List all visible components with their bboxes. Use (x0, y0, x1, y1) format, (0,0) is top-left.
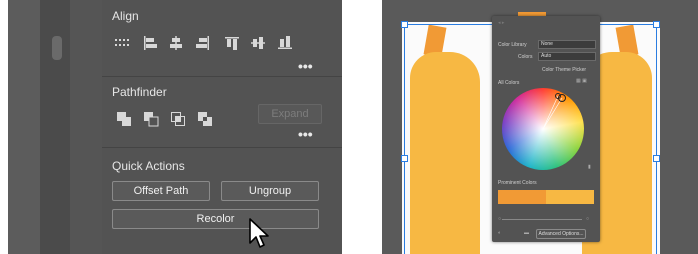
selection-right-edge (656, 24, 657, 254)
distribute-spacing-icon[interactable] (114, 35, 130, 51)
color-library-label: Color Library (498, 42, 527, 48)
saturation-slider[interactable] (502, 219, 582, 220)
color-group-icon[interactable]: ▬ (524, 230, 529, 236)
recolor-button[interactable]: Recolor (112, 209, 319, 229)
recolor-artwork-dialog: ◂ ▸ Color Library None Colors Auto Color… (492, 16, 600, 242)
align-more-options-button[interactable]: ••• (298, 58, 313, 74)
color-library-dropdown[interactable]: None (538, 40, 596, 49)
pathfinder-more-options-button[interactable]: ••• (298, 126, 313, 142)
panel-dock-strip (40, 0, 70, 254)
expand-button[interactable]: Expand (258, 104, 322, 124)
colors-label: Colors (518, 54, 533, 60)
mouse-pointer-icon (248, 217, 274, 251)
pathfinder-section-title: Pathfinder (112, 85, 167, 99)
prominent-color-swatch-yellow[interactable] (546, 190, 594, 204)
prominent-color-swatch-orange[interactable] (498, 190, 546, 204)
bottle-left (410, 52, 480, 254)
pathfinder-unite-icon[interactable] (116, 111, 132, 127)
wheel-mode-icons[interactable]: ▦ ▣ (576, 78, 587, 84)
selection-handle[interactable] (653, 155, 660, 162)
brightness-icon[interactable]: ▮ (588, 164, 591, 170)
align-top-edges-icon[interactable] (224, 35, 240, 51)
align-left-edges-icon[interactable] (142, 35, 158, 51)
align-right-edges-icon[interactable] (195, 35, 211, 51)
panel-dock-strip-2 (70, 0, 102, 254)
prominent-colors-label: Prominent Colors (498, 180, 537, 186)
toolbar-strip (8, 0, 40, 254)
artboard-screenshot: ◂ ▸ Color Library None Colors Auto Color… (382, 0, 698, 254)
selection-handle[interactable] (401, 21, 408, 28)
section-divider (102, 76, 342, 77)
dialog-header-icons: ◂ ▸ (498, 20, 505, 26)
reset-icon[interactable]: ◐ (498, 230, 501, 236)
align-section-title: Align (112, 9, 139, 23)
advanced-options-button[interactable]: Advanced Options... (536, 229, 586, 239)
pathfinder-exclude-icon[interactable] (197, 111, 213, 127)
ungroup-button[interactable]: Ungroup (221, 181, 319, 201)
colors-dropdown[interactable]: Auto (538, 52, 596, 61)
align-bottom-edges-icon[interactable] (277, 35, 293, 51)
pathfinder-intersect-icon[interactable] (170, 111, 186, 127)
offset-path-button[interactable]: Offset Path (112, 181, 210, 201)
pathfinder-minus-front-icon[interactable] (143, 111, 159, 127)
section-divider (102, 147, 342, 148)
color-theme-picker-link[interactable]: Color Theme Picker (542, 67, 586, 73)
color-wheel-handles[interactable] (502, 88, 584, 170)
selection-handle[interactable] (653, 21, 660, 28)
all-colors-label: All Colors (498, 80, 520, 86)
align-vertical-centers-icon[interactable] (250, 35, 266, 51)
selection-handle[interactable] (401, 155, 408, 162)
properties-panel: Align ••• Pathfinder Expand ••• Quick Ac… (102, 0, 342, 254)
slider-max-icon: ○ (586, 216, 590, 222)
quick-actions-section-title: Quick Actions (112, 159, 185, 173)
properties-panel-screenshot: Align ••• Pathfinder Expand ••• Quick Ac… (8, 0, 342, 254)
slider-min-icon: ○ (498, 216, 502, 222)
align-horizontal-centers-icon[interactable] (168, 35, 184, 51)
selection-left-edge (404, 24, 405, 254)
dock-grip-handle[interactable] (52, 36, 62, 60)
